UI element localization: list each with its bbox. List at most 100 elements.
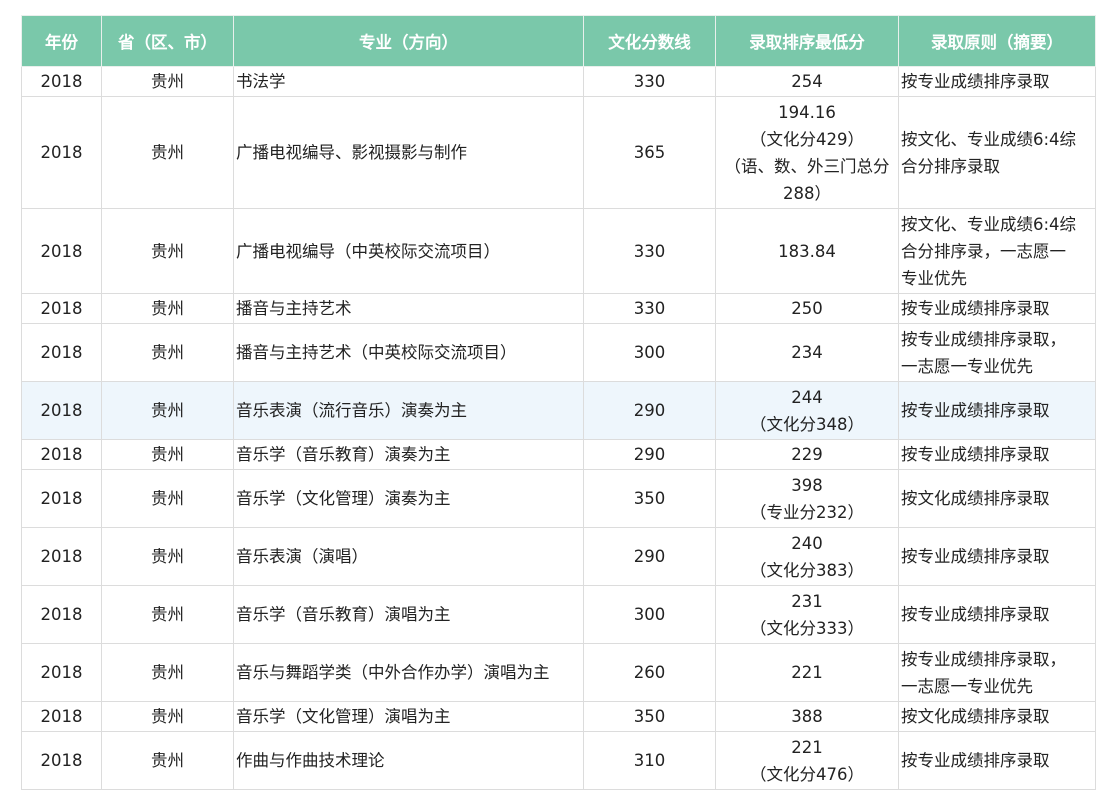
rule-line: 按专业成绩排序录取 (901, 605, 1050, 624)
cell-rule: 按专业成绩排序录取 (898, 293, 1096, 324)
cell-year: 2018 (21, 469, 102, 528)
cell-min-score: 240 （文化分383） (715, 527, 899, 586)
rule-line: 按专业成绩排序录取， (901, 329, 1066, 349)
cell-province: 贵州 (101, 208, 234, 294)
rule-line: 按文化成绩排序录取 (901, 489, 1050, 508)
table-row: 2018 贵州 书法学 330 254 按专业成绩排序录取 (21, 66, 1096, 97)
header-rule: 录取原则（摘要） (898, 15, 1096, 67)
rule-line: 合分排序录取 (901, 156, 1000, 176)
cell-rule: 按文化、专业成绩6:4综 合分排序录取 (898, 96, 1096, 209)
cell-year: 2018 (21, 381, 102, 440)
cell-major: 音乐学（音乐教育）演唱为主 (233, 585, 584, 644)
header-year: 年份 (21, 15, 102, 67)
cell-min-score: 229 (715, 439, 899, 470)
cell-rule: 按专业成绩排序录取 (898, 381, 1096, 440)
cell-year: 2018 (21, 643, 102, 702)
cell-province: 贵州 (101, 731, 234, 790)
min-score-line: 229 (791, 445, 823, 464)
cell-year: 2018 (21, 66, 102, 97)
cell-major: 书法学 (233, 66, 584, 97)
table-row: 2018 贵州 音乐学（音乐教育）演唱为主 300 231 （文化分333） 按专业成绩排序… (21, 585, 1096, 644)
cell-major: 音乐学（文化管理）演唱为主 (233, 701, 584, 732)
rule-line: 按文化成绩排序录取 (901, 707, 1050, 726)
cell-rule: 按专业成绩排序录取， 一志愿一专业优先 (898, 643, 1096, 702)
cell-major: 播音与主持艺术 (233, 293, 584, 324)
cell-culture-line: 330 (583, 66, 716, 97)
cell-major: 广播电视编导（中英校际交流项目） (233, 208, 584, 294)
cell-year: 2018 (21, 439, 102, 470)
rule-line: 按专业成绩排序录取 (901, 72, 1050, 91)
min-score-line: 288） (783, 183, 831, 203)
cell-culture-line: 300 (583, 585, 716, 644)
cell-min-score: 231 （文化分333） (715, 585, 899, 644)
cell-culture-line: 290 (583, 381, 716, 440)
cell-culture-line: 365 (583, 96, 716, 209)
min-score-line: 244 (791, 387, 823, 407)
table-row: 2018 贵州 音乐学（文化管理）演奏为主 350 398 （专业分232） 按文化成绩排序… (21, 469, 1096, 528)
cell-major: 音乐与舞蹈学类（中外合作办学）演唱为主 (233, 643, 584, 702)
cell-culture-line: 260 (583, 643, 716, 702)
cell-rule: 按专业成绩排序录取 (898, 439, 1096, 470)
min-score-line: 388 (791, 707, 823, 726)
cell-min-score: 221 （文化分476） (715, 731, 899, 790)
cell-rule: 按专业成绩排序录取 (898, 66, 1096, 97)
header-row: 年份 省（区、市） 专业（方向） 文化分数线 录取排序最低分 录取原则（摘要） (21, 15, 1096, 67)
table-row: 2018 贵州 广播电视编导、影视摄影与制作 365 194.16 （文化分429） （语、… (21, 96, 1096, 209)
min-score-line: （文化分333） (750, 618, 864, 638)
cell-major: 音乐学（音乐教育）演奏为主 (233, 439, 584, 470)
table-row: 2018 贵州 音乐表演（流行音乐）演奏为主 290 244 （文化分348） 按专业成绩排… (21, 381, 1096, 440)
cell-province: 贵州 (101, 469, 234, 528)
cell-min-score: 254 (715, 66, 899, 97)
table-row: 2018 贵州 播音与主持艺术 330 250 按专业成绩排序录取 (21, 293, 1096, 324)
rule-line: 按专业成绩排序录取 (901, 547, 1050, 566)
min-score-line: （语、数、外三门总分 (724, 156, 890, 176)
cell-culture-line: 290 (583, 439, 716, 470)
cell-min-score: 244 （文化分348） (715, 381, 899, 440)
min-score-line: （文化分348） (750, 414, 864, 434)
rule-line: 按专业成绩排序录取 (901, 401, 1050, 420)
cell-culture-line: 300 (583, 323, 716, 382)
min-score-line: （文化分429） (750, 129, 864, 149)
cell-rule: 按专业成绩排序录取 (898, 527, 1096, 586)
cell-min-score: 183.84 (715, 208, 899, 294)
min-score-line: 221 (791, 663, 823, 682)
min-score-line: （文化分383） (750, 560, 864, 580)
cell-min-score: 234 (715, 323, 899, 382)
cell-major: 播音与主持艺术（中英校际交流项目） (233, 323, 584, 382)
table-row: 2018 贵州 音乐学（音乐教育）演奏为主 290 229 按专业成绩排序录取 (21, 439, 1096, 470)
cell-year: 2018 (21, 585, 102, 644)
cell-year: 2018 (21, 701, 102, 732)
rule-line: 一志愿一专业优先 (901, 356, 1033, 376)
cell-year: 2018 (21, 527, 102, 586)
table-row: 2018 贵州 广播电视编导（中英校际交流项目） 330 183.84 按文化、专业成绩6… (21, 208, 1096, 294)
cell-rule: 按专业成绩排序录取 (898, 731, 1096, 790)
cell-culture-line: 350 (583, 701, 716, 732)
min-score-line: 183.84 (778, 241, 836, 261)
min-score-line: （文化分476） (750, 764, 864, 784)
rule-line: 合分排序录，一志愿一 (901, 241, 1066, 261)
cell-rule: 按专业成绩排序录取， 一志愿一专业优先 (898, 323, 1096, 382)
cell-province: 贵州 (101, 96, 234, 209)
cell-major: 音乐表演（演唱） (233, 527, 584, 586)
cell-min-score: 398 （专业分232） (715, 469, 899, 528)
table-header: 年份 省（区、市） 专业（方向） 文化分数线 录取排序最低分 录取原则（摘要） (21, 15, 1096, 67)
cell-province: 贵州 (101, 66, 234, 97)
rule-line: 按专业成绩排序录取 (901, 445, 1050, 464)
cell-province: 贵州 (101, 293, 234, 324)
cell-year: 2018 (21, 323, 102, 382)
header-major: 专业（方向） (233, 15, 584, 67)
cell-min-score: 388 (715, 701, 899, 732)
min-score-line: 250 (791, 299, 823, 318)
cell-major: 音乐表演（流行音乐）演奏为主 (233, 381, 584, 440)
table-row: 2018 贵州 播音与主持艺术（中英校际交流项目） 300 234 按专业成绩排序录取， 一… (21, 323, 1096, 382)
rule-line: 按文化、专业成绩6:4综 (901, 214, 1077, 234)
rule-line: 按专业成绩排序录取， (901, 649, 1066, 669)
admission-table-container: 年份 省（区、市） 专业（方向） 文化分数线 录取排序最低分 录取原则（摘要） … (21, 15, 1096, 790)
table-body: 2018 贵州 书法学 330 254 按专业成绩排序录取 2018 贵州 广播电视编导、影视摄… (21, 66, 1096, 790)
rule-line: 按专业成绩排序录取 (901, 299, 1050, 318)
min-score-line: 234 (791, 343, 823, 362)
cell-province: 贵州 (101, 701, 234, 732)
cell-rule: 按文化成绩排序录取 (898, 701, 1096, 732)
cell-min-score: 250 (715, 293, 899, 324)
cell-year: 2018 (21, 208, 102, 294)
